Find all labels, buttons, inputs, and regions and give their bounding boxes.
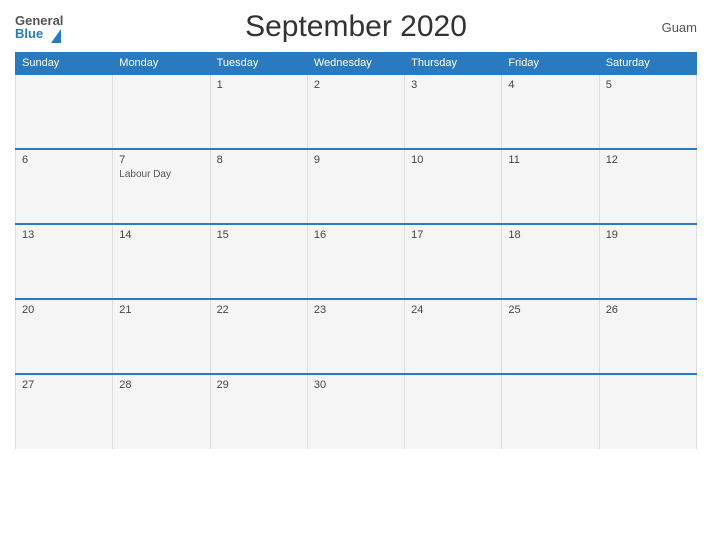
- calendar-header: General Blue September 2020 Guam: [15, 10, 697, 44]
- logo-triangle-icon: [51, 29, 61, 43]
- day-number: 1: [217, 79, 301, 91]
- day-cell-w2-d5: 10: [405, 149, 502, 224]
- day-number: 2: [314, 79, 398, 91]
- col-header-sunday: Sunday: [16, 53, 113, 75]
- day-number: 26: [606, 304, 690, 316]
- day-cell-w4-d5: 24: [405, 299, 502, 374]
- day-cell-w4-d3: 22: [210, 299, 307, 374]
- day-number: 5: [606, 79, 690, 91]
- week-row-2: 6 7 Labour Day 8 9 10 11 12: [16, 149, 697, 224]
- day-number: 10: [411, 154, 495, 166]
- day-cell-w5-d6: [502, 374, 599, 449]
- day-cell-w5-d5: [405, 374, 502, 449]
- day-number: 22: [217, 304, 301, 316]
- day-number: 30: [314, 379, 398, 391]
- day-cell-w5-d7: [599, 374, 696, 449]
- day-cell-w5-d4: 30: [307, 374, 404, 449]
- col-header-wednesday: Wednesday: [307, 53, 404, 75]
- day-number: 6: [22, 154, 106, 166]
- day-cell-w1-d6: 4: [502, 74, 599, 149]
- day-number: 21: [119, 304, 203, 316]
- day-cell-w4-d7: 26: [599, 299, 696, 374]
- logo: General Blue: [15, 14, 63, 40]
- day-number: 23: [314, 304, 398, 316]
- day-cell-w3-d3: 15: [210, 224, 307, 299]
- day-cell-w4-d6: 25: [502, 299, 599, 374]
- day-number: 8: [217, 154, 301, 166]
- day-number: 24: [411, 304, 495, 316]
- day-cell-w1-d1: [16, 74, 113, 149]
- day-cell-w5-d3: 29: [210, 374, 307, 449]
- week-row-3: 13 14 15 16 17 18 19: [16, 224, 697, 299]
- day-number: 15: [217, 229, 301, 241]
- day-number: 27: [22, 379, 106, 391]
- week-row-4: 20 21 22 23 24 25 26: [16, 299, 697, 374]
- day-cell-w2-d3: 8: [210, 149, 307, 224]
- day-cell-w3-d1: 13: [16, 224, 113, 299]
- day-cell-w3-d4: 16: [307, 224, 404, 299]
- event-label: Labour Day: [119, 169, 171, 180]
- col-header-thursday: Thursday: [405, 53, 502, 75]
- day-number: 29: [217, 379, 301, 391]
- col-header-saturday: Saturday: [599, 53, 696, 75]
- day-cell-w3-d7: 19: [599, 224, 696, 299]
- day-number: 25: [508, 304, 592, 316]
- day-number: 11: [508, 154, 592, 166]
- day-number: 16: [314, 229, 398, 241]
- weekday-header-row: Sunday Monday Tuesday Wednesday Thursday…: [16, 53, 697, 75]
- day-cell-w2-d1: 6: [16, 149, 113, 224]
- day-cell-w3-d6: 18: [502, 224, 599, 299]
- day-cell-w1-d7: 5: [599, 74, 696, 149]
- day-cell-w1-d5: 3: [405, 74, 502, 149]
- day-number: 20: [22, 304, 106, 316]
- day-cell-w3-d5: 17: [405, 224, 502, 299]
- day-cell-w1-d2: [113, 74, 210, 149]
- day-cell-w4-d1: 20: [16, 299, 113, 374]
- day-cell-w3-d2: 14: [113, 224, 210, 299]
- day-cell-w5-d2: 28: [113, 374, 210, 449]
- day-number: 12: [606, 154, 690, 166]
- day-cell-w2-d6: 11: [502, 149, 599, 224]
- week-row-1: 1 2 3 4 5: [16, 74, 697, 149]
- day-cell-w4-d2: 21: [113, 299, 210, 374]
- week-row-5: 27 28 29 30: [16, 374, 697, 449]
- day-cell-w2-d4: 9: [307, 149, 404, 224]
- day-number: 7: [119, 154, 203, 166]
- col-header-monday: Monday: [113, 53, 210, 75]
- country-label: Guam: [662, 20, 697, 35]
- day-number: 17: [411, 229, 495, 241]
- day-cell-w1-d4: 2: [307, 74, 404, 149]
- col-header-friday: Friday: [502, 53, 599, 75]
- day-number: 13: [22, 229, 106, 241]
- day-cell-w2-d7: 12: [599, 149, 696, 224]
- logo-blue-text: Blue: [15, 27, 43, 40]
- day-number: 4: [508, 79, 592, 91]
- day-cell-w4-d4: 23: [307, 299, 404, 374]
- day-cell-w2-d2: 7 Labour Day: [113, 149, 210, 224]
- day-cell-w5-d1: 27: [16, 374, 113, 449]
- col-header-tuesday: Tuesday: [210, 53, 307, 75]
- calendar-container: General Blue September 2020 Guam Sunday …: [0, 0, 712, 550]
- logo-blue-wrap: Blue: [15, 27, 43, 40]
- day-number: 28: [119, 379, 203, 391]
- day-number: 19: [606, 229, 690, 241]
- day-cell-w1-d3: 1: [210, 74, 307, 149]
- day-number: 14: [119, 229, 203, 241]
- day-number: 18: [508, 229, 592, 241]
- calendar-title: September 2020: [245, 10, 467, 44]
- day-number: 9: [314, 154, 398, 166]
- calendar-table: Sunday Monday Tuesday Wednesday Thursday…: [15, 52, 697, 449]
- day-number: 3: [411, 79, 495, 91]
